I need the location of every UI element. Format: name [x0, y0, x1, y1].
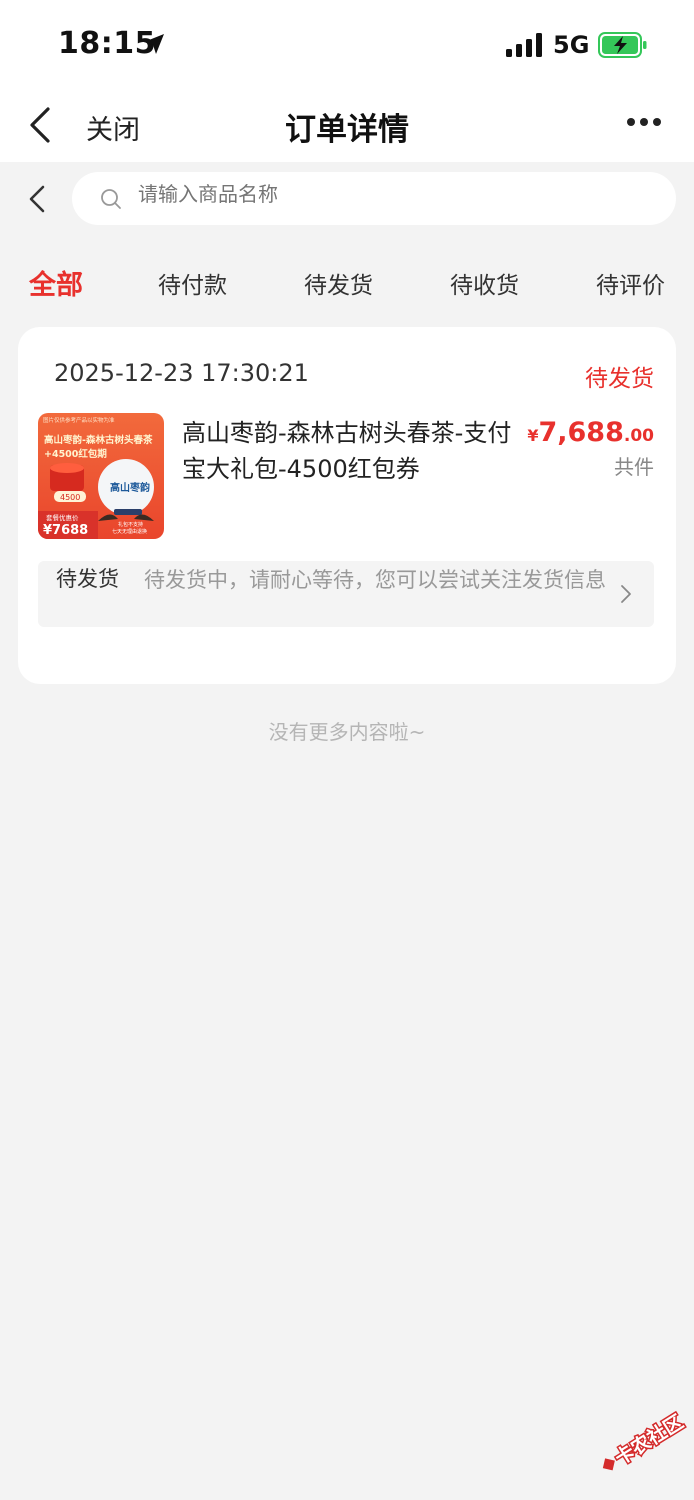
watermark-text: 卡农社区 — [611, 1410, 688, 1470]
status-bar: 18:15 5G — [0, 0, 694, 90]
thumb-title-1: 高山枣韵-森林古树头春茶 — [44, 434, 153, 446]
product-quantity: 共件 — [614, 455, 654, 479]
price-integer: 7,688 — [538, 417, 624, 448]
price-currency: ¥ — [527, 426, 539, 445]
cellular-signal-icon — [506, 33, 542, 57]
tab-pending-review[interactable]: 待评价 — [596, 266, 665, 300]
thumb-note-1: 礼包不支持 — [118, 521, 143, 528]
product-thumbnail[interactable]: 图片仅供参考产品以实物为准 高山枣韵-森林古树头春茶 +4500红包期 4500… — [38, 413, 164, 539]
tab-pending-shipment[interactable]: 待发货 — [304, 266, 373, 300]
search-bar[interactable] — [72, 172, 676, 225]
location-arrow-icon — [144, 34, 164, 54]
search-input[interactable] — [138, 184, 638, 207]
thumb-title-2: +4500红包期 — [44, 448, 107, 460]
price-decimal: .00 — [623, 426, 654, 446]
thumb-brand-seal: 高山枣韵 — [110, 481, 150, 494]
tab-pending-receipt[interactable]: 待收货 — [450, 266, 519, 300]
more-options-icon[interactable] — [626, 116, 662, 128]
thumb-top-note: 图片仅供参考产品以实物为准 — [43, 416, 115, 424]
battery-charging-icon — [598, 32, 647, 58]
no-more-content: 没有更多内容啦~ — [268, 720, 426, 744]
order-card[interactable]: 2025-12-23 17:30:21 待发货 图片仅供参考产品以实物为准 高山… — [18, 327, 676, 684]
watermark-logo: 卡农社区 — [602, 1409, 688, 1471]
search-back-icon[interactable] — [26, 184, 48, 214]
thumb-price: ¥7688 — [43, 523, 88, 538]
product-name[interactable]: 高山枣韵-森林古树头春茶-支付宝大礼包-4500红包券 — [182, 415, 512, 487]
order-status: 待发货 — [585, 366, 654, 392]
product-price: ¥7,688.00 — [527, 417, 654, 448]
order-time: 2025-12-23 17:30:21 — [54, 359, 309, 387]
tab-all[interactable]: 全部 — [29, 263, 83, 302]
search-icon — [101, 189, 121, 209]
thumb-price-label: 套餐优惠价 — [46, 513, 79, 522]
logistics-info[interactable]: 待发货 待发货中，请耐心等待，您可以尝试关注发货信息 — [38, 561, 654, 627]
page-title: 订单详情 — [285, 112, 409, 148]
chevron-right-icon — [621, 585, 631, 603]
thumb-note-2: 七天无理由退换 — [112, 528, 147, 535]
navigation-bar: 关闭 订单详情 — [0, 90, 694, 162]
network-type: 5G — [553, 31, 590, 59]
order-tabs: 全部 待付款 待发货 待收货 待评价 — [0, 256, 694, 306]
thumb-coupon: 4500 — [60, 493, 80, 502]
logistics-text: 待发货中，请耐心等待，您可以尝试关注发货信息 — [144, 568, 606, 592]
tab-pending-payment[interactable]: 待付款 — [158, 266, 227, 300]
product-image: 图片仅供参考产品以实物为准 高山枣韵-森林古树头春茶 +4500红包期 4500… — [38, 413, 164, 539]
